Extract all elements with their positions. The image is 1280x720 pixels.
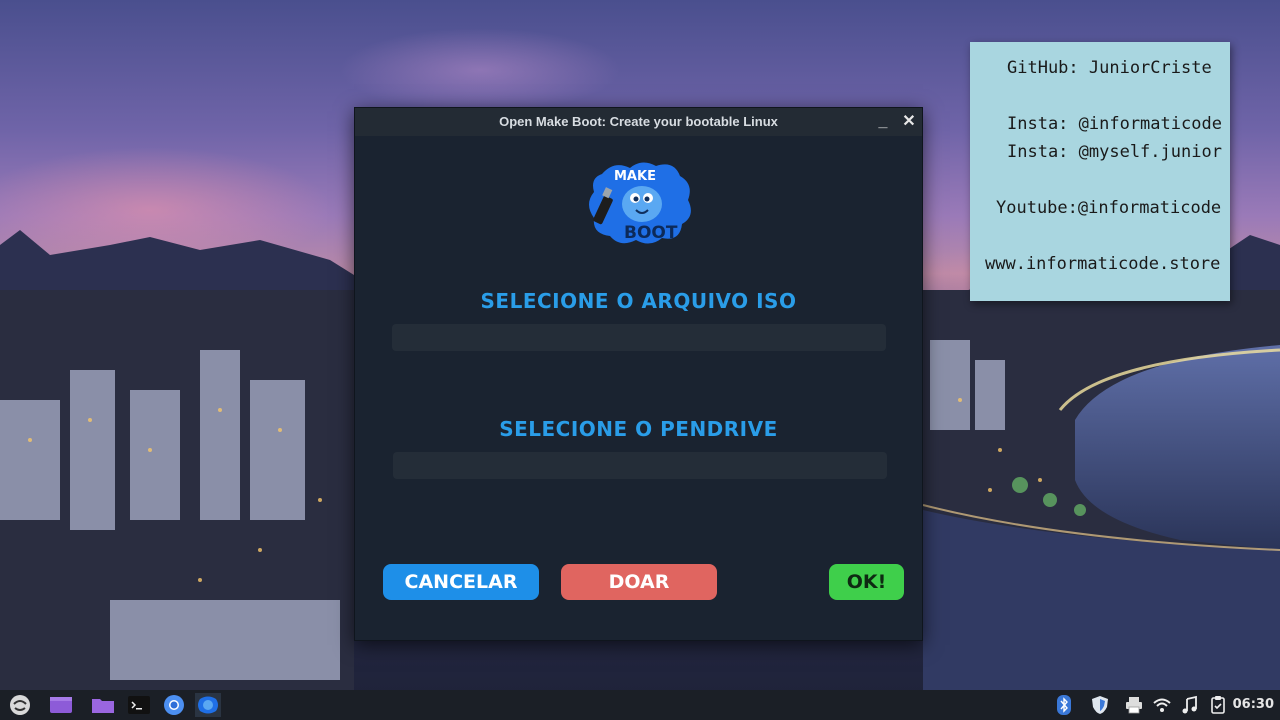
- clipboard-icon[interactable]: [1208, 695, 1228, 715]
- donate-button[interactable]: DOAR: [561, 564, 717, 600]
- bluetooth-icon[interactable]: [1054, 695, 1074, 715]
- iso-section-label: SELECIONE O ARQUIVO ISO: [480, 289, 797, 313]
- logo-make-text: MAKE: [614, 169, 656, 184]
- logo-boot-text: BOOT: [624, 223, 678, 243]
- sticky-website: www.informaticode.store: [985, 254, 1221, 274]
- window-titlebar[interactable]: Open Make Boot: Create your bootable Lin…: [355, 108, 922, 136]
- terminal-icon[interactable]: [126, 693, 152, 717]
- sticky-insta-informaticode: Insta: @informaticode: [1007, 114, 1222, 134]
- shield-icon[interactable]: [1090, 695, 1110, 715]
- printer-icon[interactable]: [1124, 695, 1144, 715]
- taskbar: 06:30: [0, 690, 1280, 720]
- workspace-icon[interactable]: [48, 693, 74, 717]
- cancel-button[interactable]: CANCELAR: [383, 564, 539, 600]
- clock[interactable]: 06:30: [1233, 697, 1274, 712]
- sticky-github: GitHub: JuniorCriste: [1007, 58, 1212, 78]
- sticky-youtube: Youtube:@informaticode: [996, 198, 1222, 218]
- close-button[interactable]: ✕: [899, 112, 919, 132]
- pendrive-field[interactable]: [393, 452, 887, 479]
- wifi-icon[interactable]: [1152, 695, 1172, 715]
- iso-file-field[interactable]: [392, 324, 886, 351]
- file-manager-icon[interactable]: [90, 693, 116, 717]
- make-boot-icon[interactable]: [195, 693, 221, 717]
- minimize-button[interactable]: _: [873, 112, 893, 132]
- pendrive-section-label: SELECIONE O PENDRIVE: [499, 417, 778, 441]
- app-menu-icon[interactable]: [7, 693, 33, 717]
- make-boot-logo: MAKE BOOT: [589, 162, 691, 244]
- ok-button[interactable]: OK!: [829, 564, 904, 600]
- make-boot-window: Open Make Boot: Create your bootable Lin…: [354, 107, 923, 641]
- sticky-insta-myself: Insta: @myself.junior: [1007, 142, 1222, 162]
- sticky-note: GitHub: JuniorCriste Insta: @informatico…: [970, 42, 1230, 301]
- chromium-icon[interactable]: [161, 693, 187, 717]
- music-icon[interactable]: [1180, 695, 1200, 715]
- window-title: Open Make Boot: Create your bootable Lin…: [499, 114, 778, 129]
